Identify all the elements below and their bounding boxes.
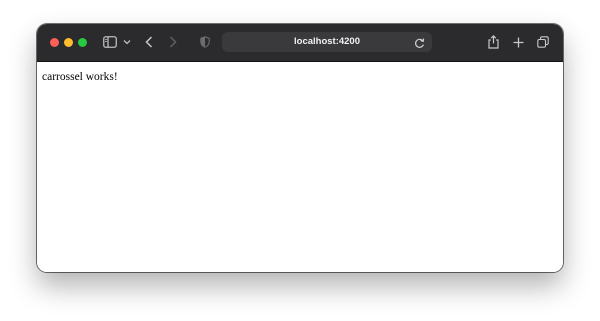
page-body-text: carrossel works! — [42, 71, 118, 83]
plus-icon[interactable] — [512, 33, 524, 51]
tab-overview-icon[interactable] — [536, 33, 550, 51]
chevron-down-icon[interactable] — [123, 33, 131, 51]
close-window-button[interactable] — [50, 38, 59, 47]
chevron-left-icon[interactable] — [144, 33, 154, 51]
page-content: carrossel works! — [37, 62, 563, 272]
minimize-window-button[interactable] — [64, 38, 73, 47]
zoom-window-button[interactable] — [78, 38, 87, 47]
reload-icon[interactable] — [414, 36, 425, 54]
share-icon[interactable] — [487, 33, 499, 51]
sidebar-icon[interactable] — [102, 33, 118, 51]
shield-icon[interactable] — [199, 33, 211, 51]
chevron-right-icon[interactable] — [168, 33, 178, 51]
browser-window: localhost:4200 carrossel works! — [37, 24, 563, 272]
address-bar[interactable]: localhost:4200 — [222, 32, 432, 52]
browser-toolbar: localhost:4200 — [37, 24, 563, 62]
address-text: localhost:4200 — [294, 36, 360, 47]
